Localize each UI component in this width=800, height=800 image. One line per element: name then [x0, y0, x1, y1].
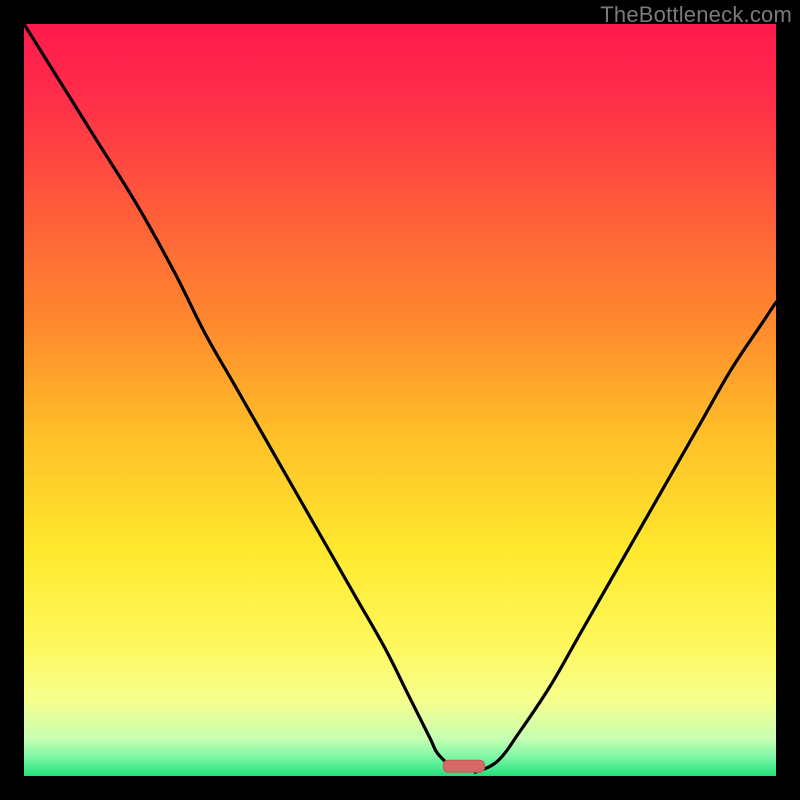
gradient-background — [24, 24, 776, 776]
chart-container: TheBottleneck.com — [0, 0, 800, 800]
minimum-marker — [443, 760, 484, 772]
chart-svg — [24, 24, 776, 776]
plot-area — [24, 24, 776, 776]
